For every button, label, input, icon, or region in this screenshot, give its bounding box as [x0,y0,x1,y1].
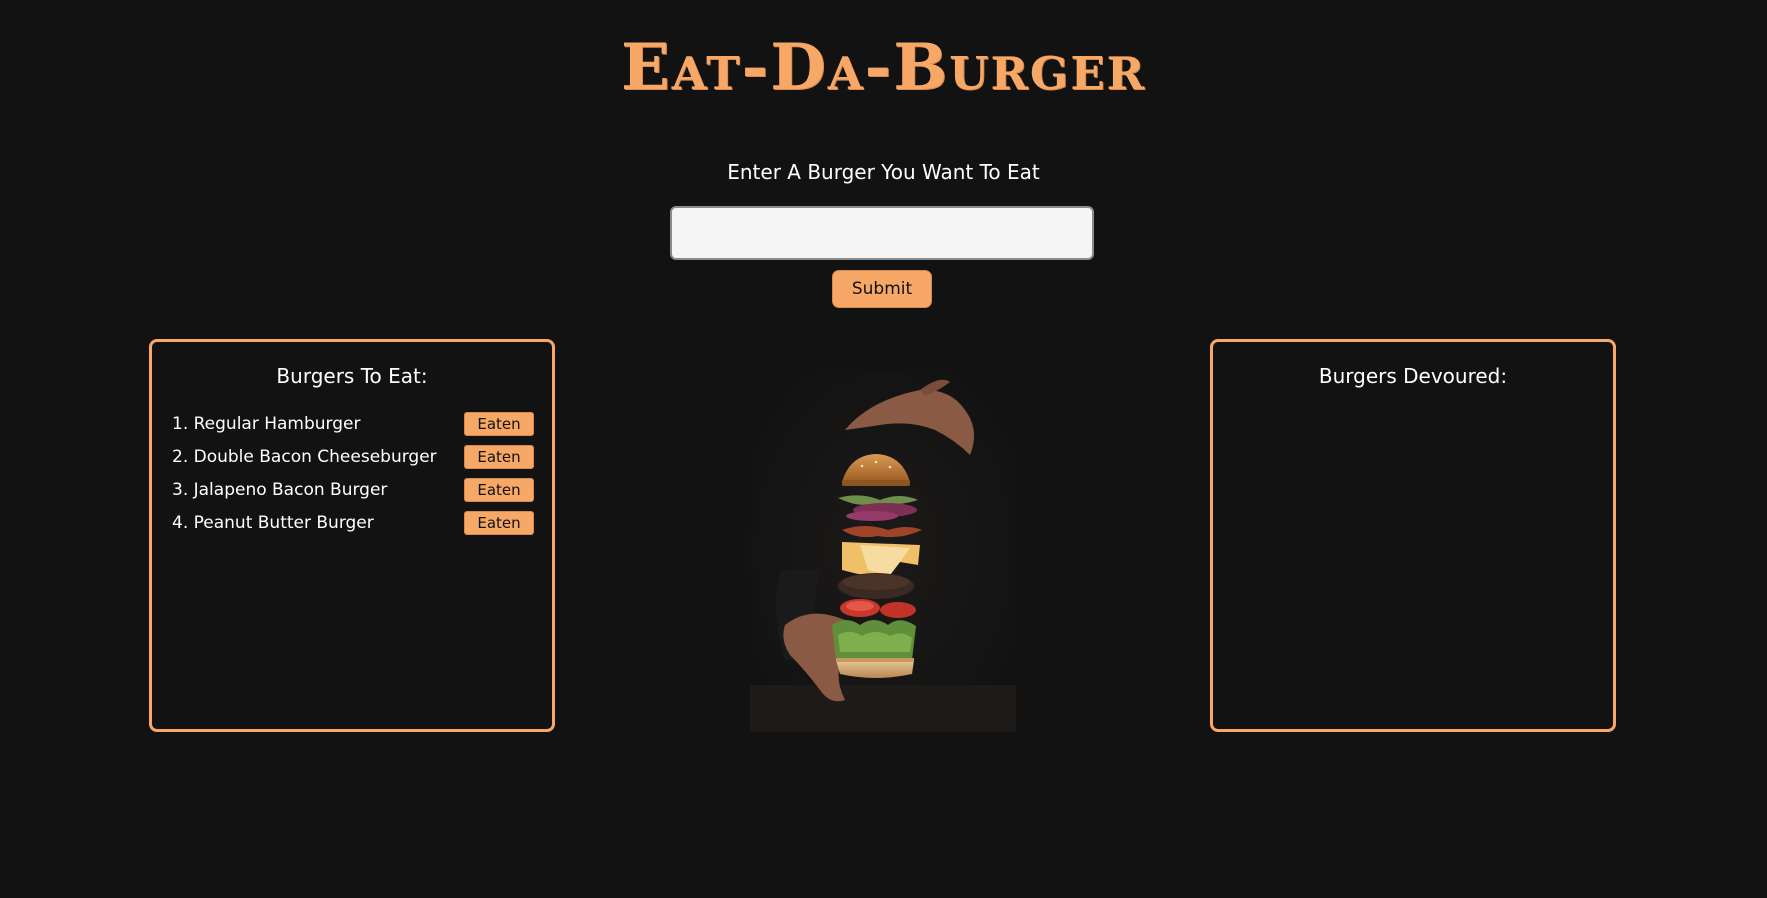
list-item: 3. Jalapeno Bacon Burger Eaten [172,478,534,511]
submit-button[interactable]: Submit [832,270,932,308]
burger-name: 2. Double Bacon Cheeseburger [172,447,437,467]
eaten-button[interactable]: Eaten [464,412,534,436]
burger-name-input[interactable] [670,206,1094,260]
burger-input-label: Enter A Burger You Want To Eat [727,160,1040,184]
burgers-devoured-heading: Burgers Devoured: [1318,364,1508,388]
burgers-devoured-panel: Burgers Devoured: [1210,339,1616,732]
list-item: 2. Double Bacon Cheeseburger Eaten [172,445,534,478]
floating-burger-image [750,370,1016,732]
burger-name: 1. Regular Hamburger [172,414,361,434]
list-item: 4. Peanut Butter Burger Eaten [172,511,534,544]
list-item: 1. Regular Hamburger Eaten [172,412,534,445]
eaten-button[interactable]: Eaten [464,511,534,535]
eaten-button[interactable]: Eaten [464,445,534,469]
burger-name: 3. Jalapeno Bacon Burger [172,480,388,500]
page-title: Eat-Da-Burger [620,30,1147,105]
burgers-to-eat-heading: Burgers To Eat: [276,364,428,388]
eaten-button[interactable]: Eaten [464,478,534,502]
burger-name: 4. Peanut Butter Burger [172,513,374,533]
burgers-to-eat-list: 1. Regular Hamburger Eaten 2. Double Bac… [172,412,534,544]
burgers-to-eat-panel: Burgers To Eat: 1. Regular Hamburger Eat… [149,339,555,732]
